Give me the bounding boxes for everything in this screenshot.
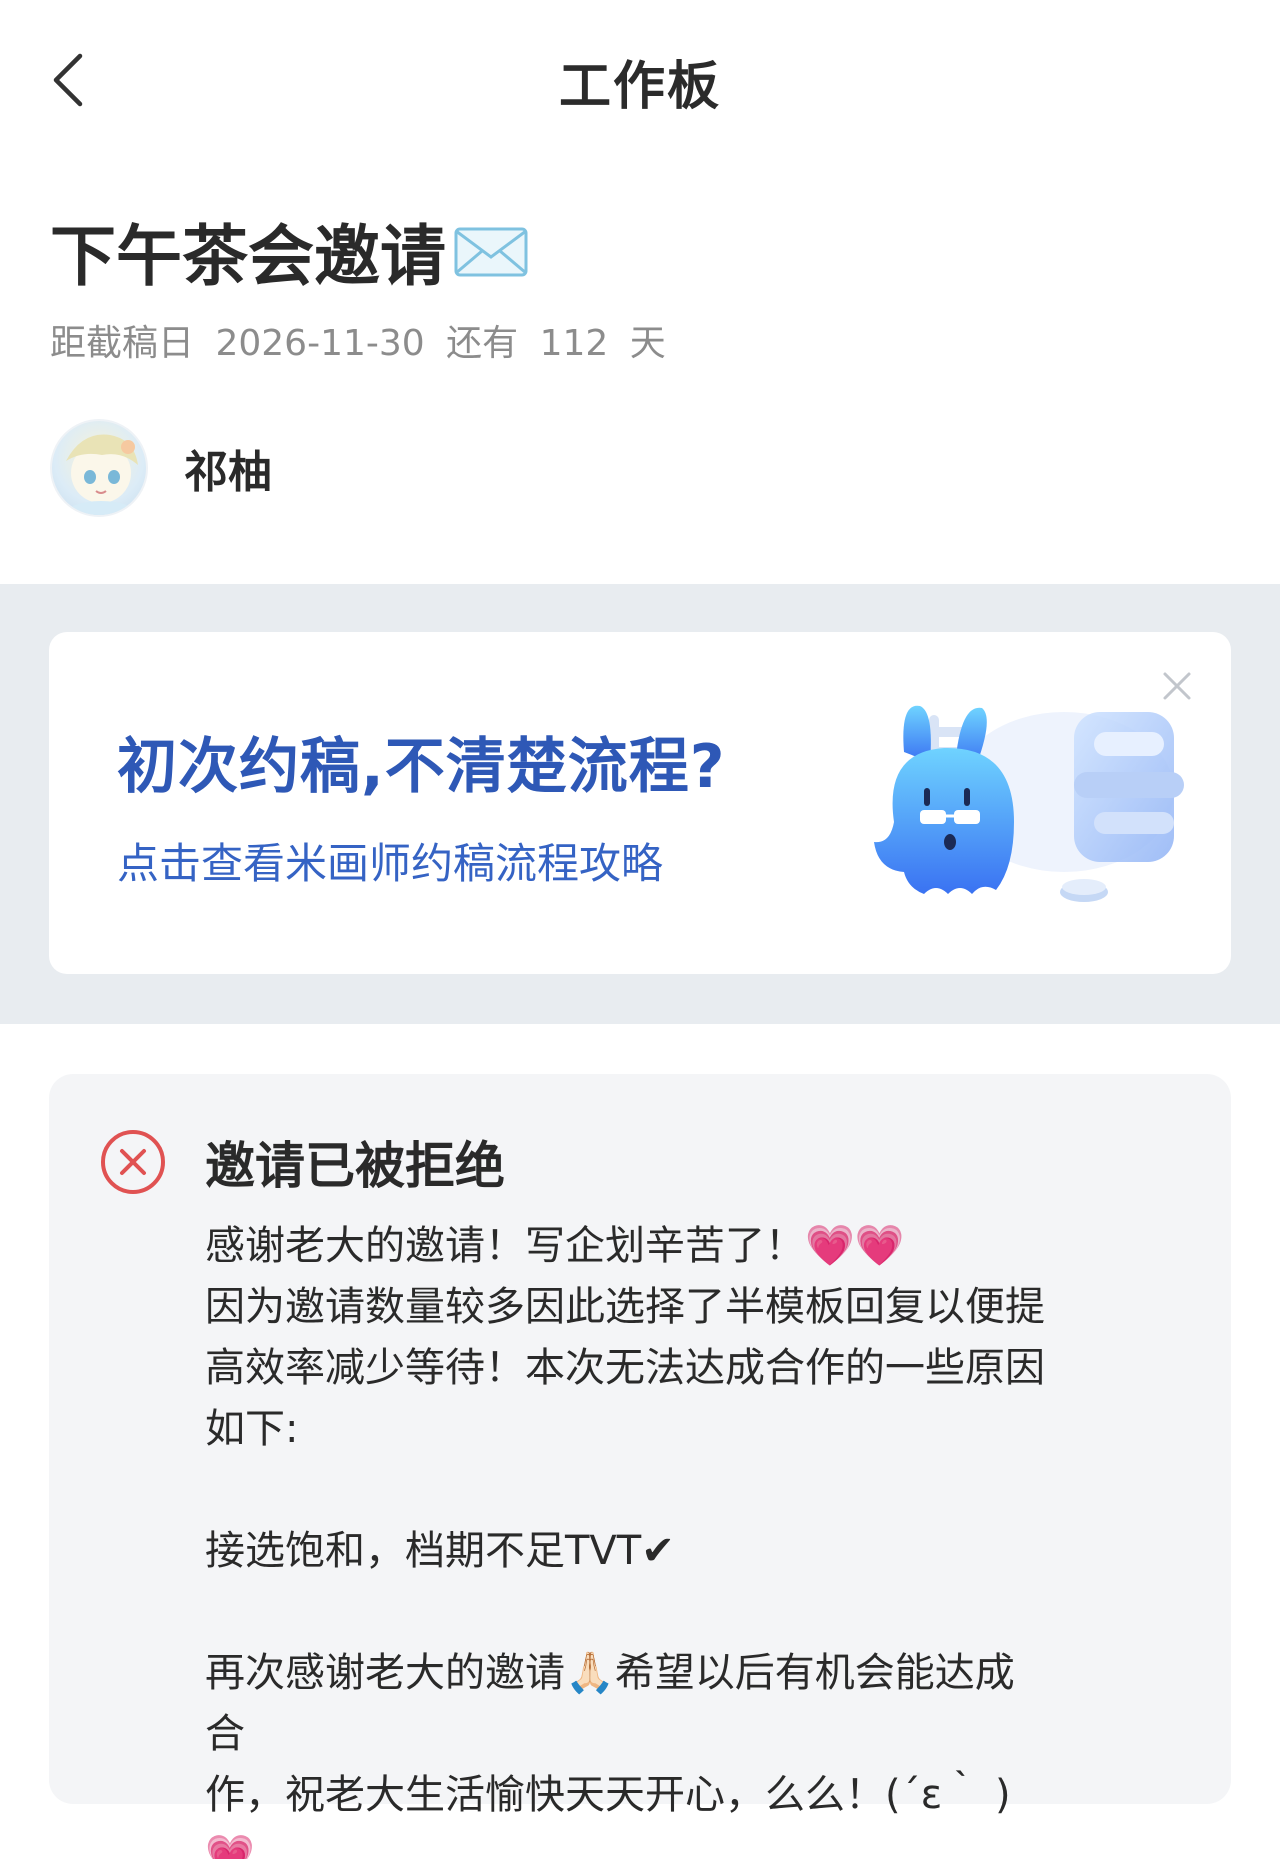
deadline-date: 2026-11-30: [215, 323, 425, 364]
reply-line: 接选饱和，档期不足TVT✔: [205, 1528, 675, 1574]
avatar[interactable]: [50, 419, 148, 517]
deadline-mid: 还有: [446, 323, 519, 364]
reply-line: [205, 1460, 1045, 1521]
commission-header: 下午茶会邀请 距截稿日 2026-11-30 还有 112 天: [0, 160, 1280, 366]
reply-line: 高效率减少等待！本次无法达成合作的一些原因: [205, 1345, 1045, 1391]
banner-title: 初次约稿,不清楚流程?: [117, 732, 726, 802]
envelope-icon: [454, 227, 528, 277]
bunny-mascot-icon: [874, 705, 1184, 902]
page-title-text: 下午茶会邀请: [50, 218, 446, 295]
banner-subtitle[interactable]: 点击查看米画师约稿流程攻略: [117, 830, 663, 891]
deadline-prefix: 距截稿日: [50, 323, 195, 364]
avatar-illustration: [66, 434, 138, 515]
reject-circle-x-icon: [101, 1130, 165, 1194]
author-name[interactable]: 祁柚: [184, 436, 272, 500]
deadline-info: 距截稿日 2026-11-30 还有 112 天: [50, 314, 1230, 366]
deadline-unit: 天: [629, 323, 666, 364]
reply-line: [205, 1582, 1045, 1643]
author-row[interactable]: 祁柚: [0, 418, 1280, 518]
nav-title: 工作板: [558, 57, 721, 117]
reply-line: 再次感谢老大的邀请🙏🏻希望以后有机会能达成合: [205, 1650, 1015, 1757]
page-title: 下午茶会邀请: [50, 206, 1230, 296]
reply-line: 感谢老大的邀请！写企划辛苦了！💗💗: [205, 1223, 905, 1269]
top-nav-bar: 工作板: [0, 0, 1280, 160]
reply-line: 因为邀请数量较多因此选择了半模板回复以便提: [205, 1284, 1045, 1330]
promo-banner-section: 初次约稿,不清楚流程? 点击查看米画师约稿流程攻略: [0, 584, 1280, 1024]
reply-status: 邀请已被拒绝: [205, 1137, 505, 1195]
reply-line: 作，祝老大生活愉快天天开心，么么！(´ε｀ )💗: [205, 1772, 1011, 1859]
deadline-days: 112: [539, 323, 609, 364]
promo-banner[interactable]: 初次约稿,不清楚流程? 点击查看米画师约稿流程攻略: [49, 632, 1231, 974]
reply-card: 邀请已被拒绝 感谢老大的邀请！写企划辛苦了！💗💗 因为邀请数量较多因此选择了半模…: [49, 1074, 1231, 1859]
reply-line: 如下:: [205, 1406, 299, 1452]
reply-message: 感谢老大的邀请！写企划辛苦了！💗💗 因为邀请数量较多因此选择了半模板回复以便提 …: [205, 1216, 1045, 1859]
